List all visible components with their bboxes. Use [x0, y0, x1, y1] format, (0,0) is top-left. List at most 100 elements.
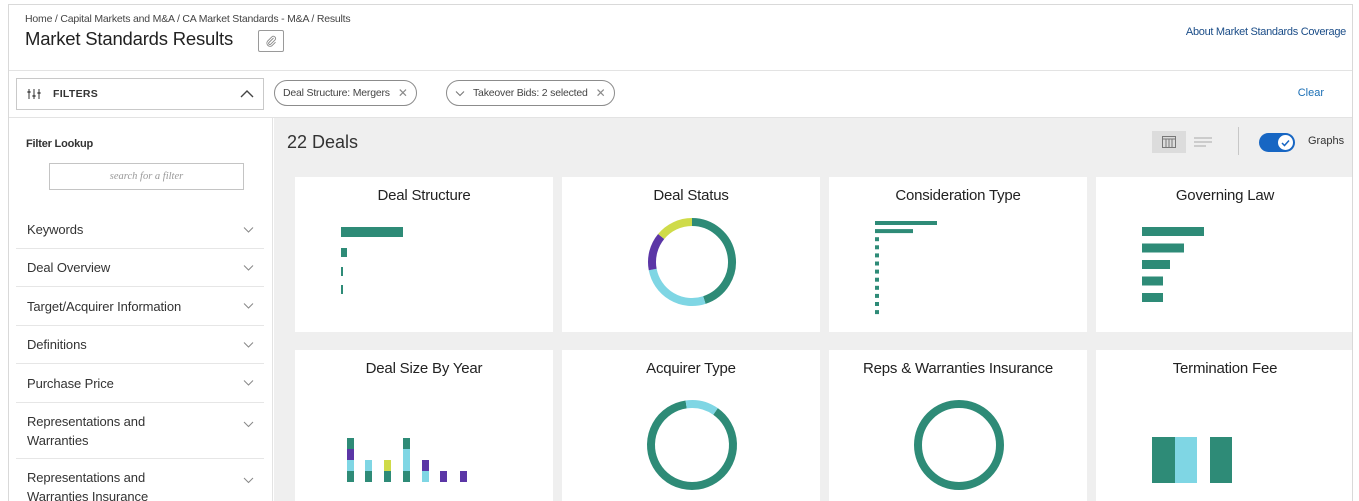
- donut-slice: [691, 218, 736, 304]
- chevron-down-icon: [243, 380, 254, 386]
- donut-slice: [658, 218, 693, 240]
- results-panel: 22 Deals Graphs Deal Structure Deal Stat…: [274, 118, 1352, 501]
- filter-search-input[interactable]: [49, 163, 244, 190]
- filter-bar: FILTERS Deal Structure: Mergers ✕ Takeov…: [9, 71, 1352, 118]
- card-acquirer-type[interactable]: Acquirer Type: [562, 350, 820, 501]
- stacked-bar-segment: [403, 438, 410, 449]
- graphs-toggle[interactable]: [1259, 133, 1295, 152]
- bar: [875, 269, 879, 274]
- governing-law-chart: [1142, 227, 1204, 302]
- filter-lookup-label: Filter Lookup: [26, 138, 94, 150]
- remove-chip-icon[interactable]: ✕: [596, 86, 606, 100]
- sidebar-item-purchase-price[interactable]: Purchase Price: [16, 364, 264, 403]
- filter-chip-takeover-bids[interactable]: Takeover Bids: 2 selected ✕: [446, 80, 615, 106]
- chevron-down-icon[interactable]: [455, 90, 465, 97]
- bar: [1152, 437, 1175, 483]
- graphs-label: Graphs: [1308, 135, 1345, 147]
- card-termination-fee[interactable]: Termination Fee: [1096, 350, 1352, 501]
- bar: [1142, 260, 1170, 269]
- stacked-bar-segment: [384, 460, 391, 471]
- termination-fee-chart: [1152, 437, 1232, 483]
- bar: [341, 248, 347, 257]
- bar: [1142, 243, 1184, 253]
- sidebar-item-target-acquirer[interactable]: Target/Acquirer Information: [16, 287, 264, 326]
- bar: [1142, 227, 1204, 236]
- grid-view-icon: [1162, 136, 1176, 148]
- clear-filters-link[interactable]: Clear: [1298, 87, 1324, 99]
- bar: [1175, 437, 1197, 483]
- card-deal-size-by-year[interactable]: Deal Size By Year: [295, 350, 553, 501]
- acquirer-type-chart: [647, 400, 737, 490]
- sidebar-item-label: Purchase Price: [27, 375, 114, 391]
- stacked-bar-segment: [422, 471, 429, 482]
- bar: [875, 277, 879, 282]
- chevron-up-icon[interactable]: [239, 87, 255, 101]
- bar: [341, 267, 343, 276]
- list-view-icon: [1194, 137, 1212, 147]
- rwi-chart: [914, 400, 1004, 490]
- chevron-down-icon: [243, 303, 254, 309]
- donut-slice: [647, 400, 737, 490]
- sidebar-item-rw-insurance[interactable]: Representations and Warranties Insurance: [16, 459, 264, 501]
- sliders-icon: [27, 89, 41, 99]
- paperclip-icon: [266, 35, 276, 47]
- card-reps-warranties-insurance[interactable]: Reps & Warranties Insurance: [829, 350, 1087, 501]
- donut-slice: [685, 400, 718, 415]
- deal-structure-chart: [341, 227, 403, 294]
- chevron-down-icon: [243, 341, 254, 348]
- bar: [875, 261, 879, 266]
- sidebar-item-label: Representations and Warranties Insurance: [27, 470, 149, 501]
- donut-slice: [648, 233, 665, 271]
- bar: [875, 237, 879, 242]
- sidebar-item-label: Definitions: [27, 337, 87, 352]
- stacked-bar-segment: [347, 449, 354, 460]
- card-deal-structure[interactable]: Deal Structure: [295, 177, 553, 332]
- check-icon: [1281, 139, 1290, 147]
- bar: [1210, 437, 1232, 483]
- chevron-down-icon: [243, 477, 254, 484]
- sidebar-item-deal-overview[interactable]: Deal Overview: [16, 249, 264, 287]
- about-coverage-link[interactable]: About Market Standards Coverage: [1186, 26, 1346, 38]
- app-frame: Home / Capital Markets and M&A / CA Mark…: [8, 4, 1353, 501]
- remove-chip-icon[interactable]: ✕: [398, 86, 408, 100]
- bar: [875, 285, 879, 290]
- bar: [341, 285, 343, 294]
- filter-chip-deal-structure[interactable]: Deal Structure: Mergers ✕: [274, 80, 417, 106]
- deal-status-chart: [648, 218, 736, 306]
- list-view-button[interactable]: [1186, 131, 1220, 153]
- sidebar-item-reps-warranties[interactable]: Representations and Warranties: [16, 403, 264, 459]
- bar: [1142, 293, 1163, 302]
- grid-view-button[interactable]: [1152, 131, 1186, 153]
- card-governing-law[interactable]: Governing Law: [1096, 177, 1352, 332]
- stacked-bar-segment: [384, 471, 391, 482]
- toggle-knob: [1278, 135, 1293, 150]
- stacked-bar-segment: [347, 460, 354, 471]
- chip-label: Takeover Bids: 2 selected: [473, 87, 588, 99]
- filters-label: FILTERS: [53, 88, 99, 100]
- bar: [875, 253, 879, 258]
- toolbar-divider: [1238, 127, 1239, 155]
- donut-slice: [648, 268, 706, 306]
- bar: [875, 229, 913, 234]
- bar: [875, 293, 879, 298]
- stacked-bar-segment: [460, 471, 467, 482]
- page-header: Home / Capital Markets and M&A / CA Mark…: [9, 5, 1352, 71]
- card-deal-status[interactable]: Deal Status: [562, 177, 820, 332]
- sidebar-item-label: Representations and Warranties: [27, 413, 146, 448]
- stacked-bar-segment: [403, 449, 410, 471]
- attach-button[interactable]: [258, 30, 284, 52]
- stacked-bar-segment: [403, 471, 410, 482]
- chevron-down-icon: [243, 226, 254, 233]
- breadcrumb[interactable]: Home / Capital Markets and M&A / CA Mark…: [25, 13, 351, 25]
- card-consideration-type[interactable]: Consideration Type: [829, 177, 1087, 332]
- filters-toggle[interactable]: FILTERS: [16, 78, 264, 110]
- sidebar-item-definitions[interactable]: Definitions: [16, 326, 264, 364]
- page-title: Market Standards Results: [25, 28, 234, 49]
- sidebar-item-label: Keywords: [27, 222, 84, 237]
- chip-label: Deal Structure: Mergers: [283, 87, 390, 99]
- bar: [875, 221, 937, 225]
- deal-size-by-year-chart: [347, 438, 467, 482]
- sidebar-item-keywords[interactable]: Keywords: [16, 211, 264, 249]
- bar: [341, 227, 403, 237]
- filter-sidebar: Filter Lookup Keywords Deal Overview Tar…: [9, 118, 273, 501]
